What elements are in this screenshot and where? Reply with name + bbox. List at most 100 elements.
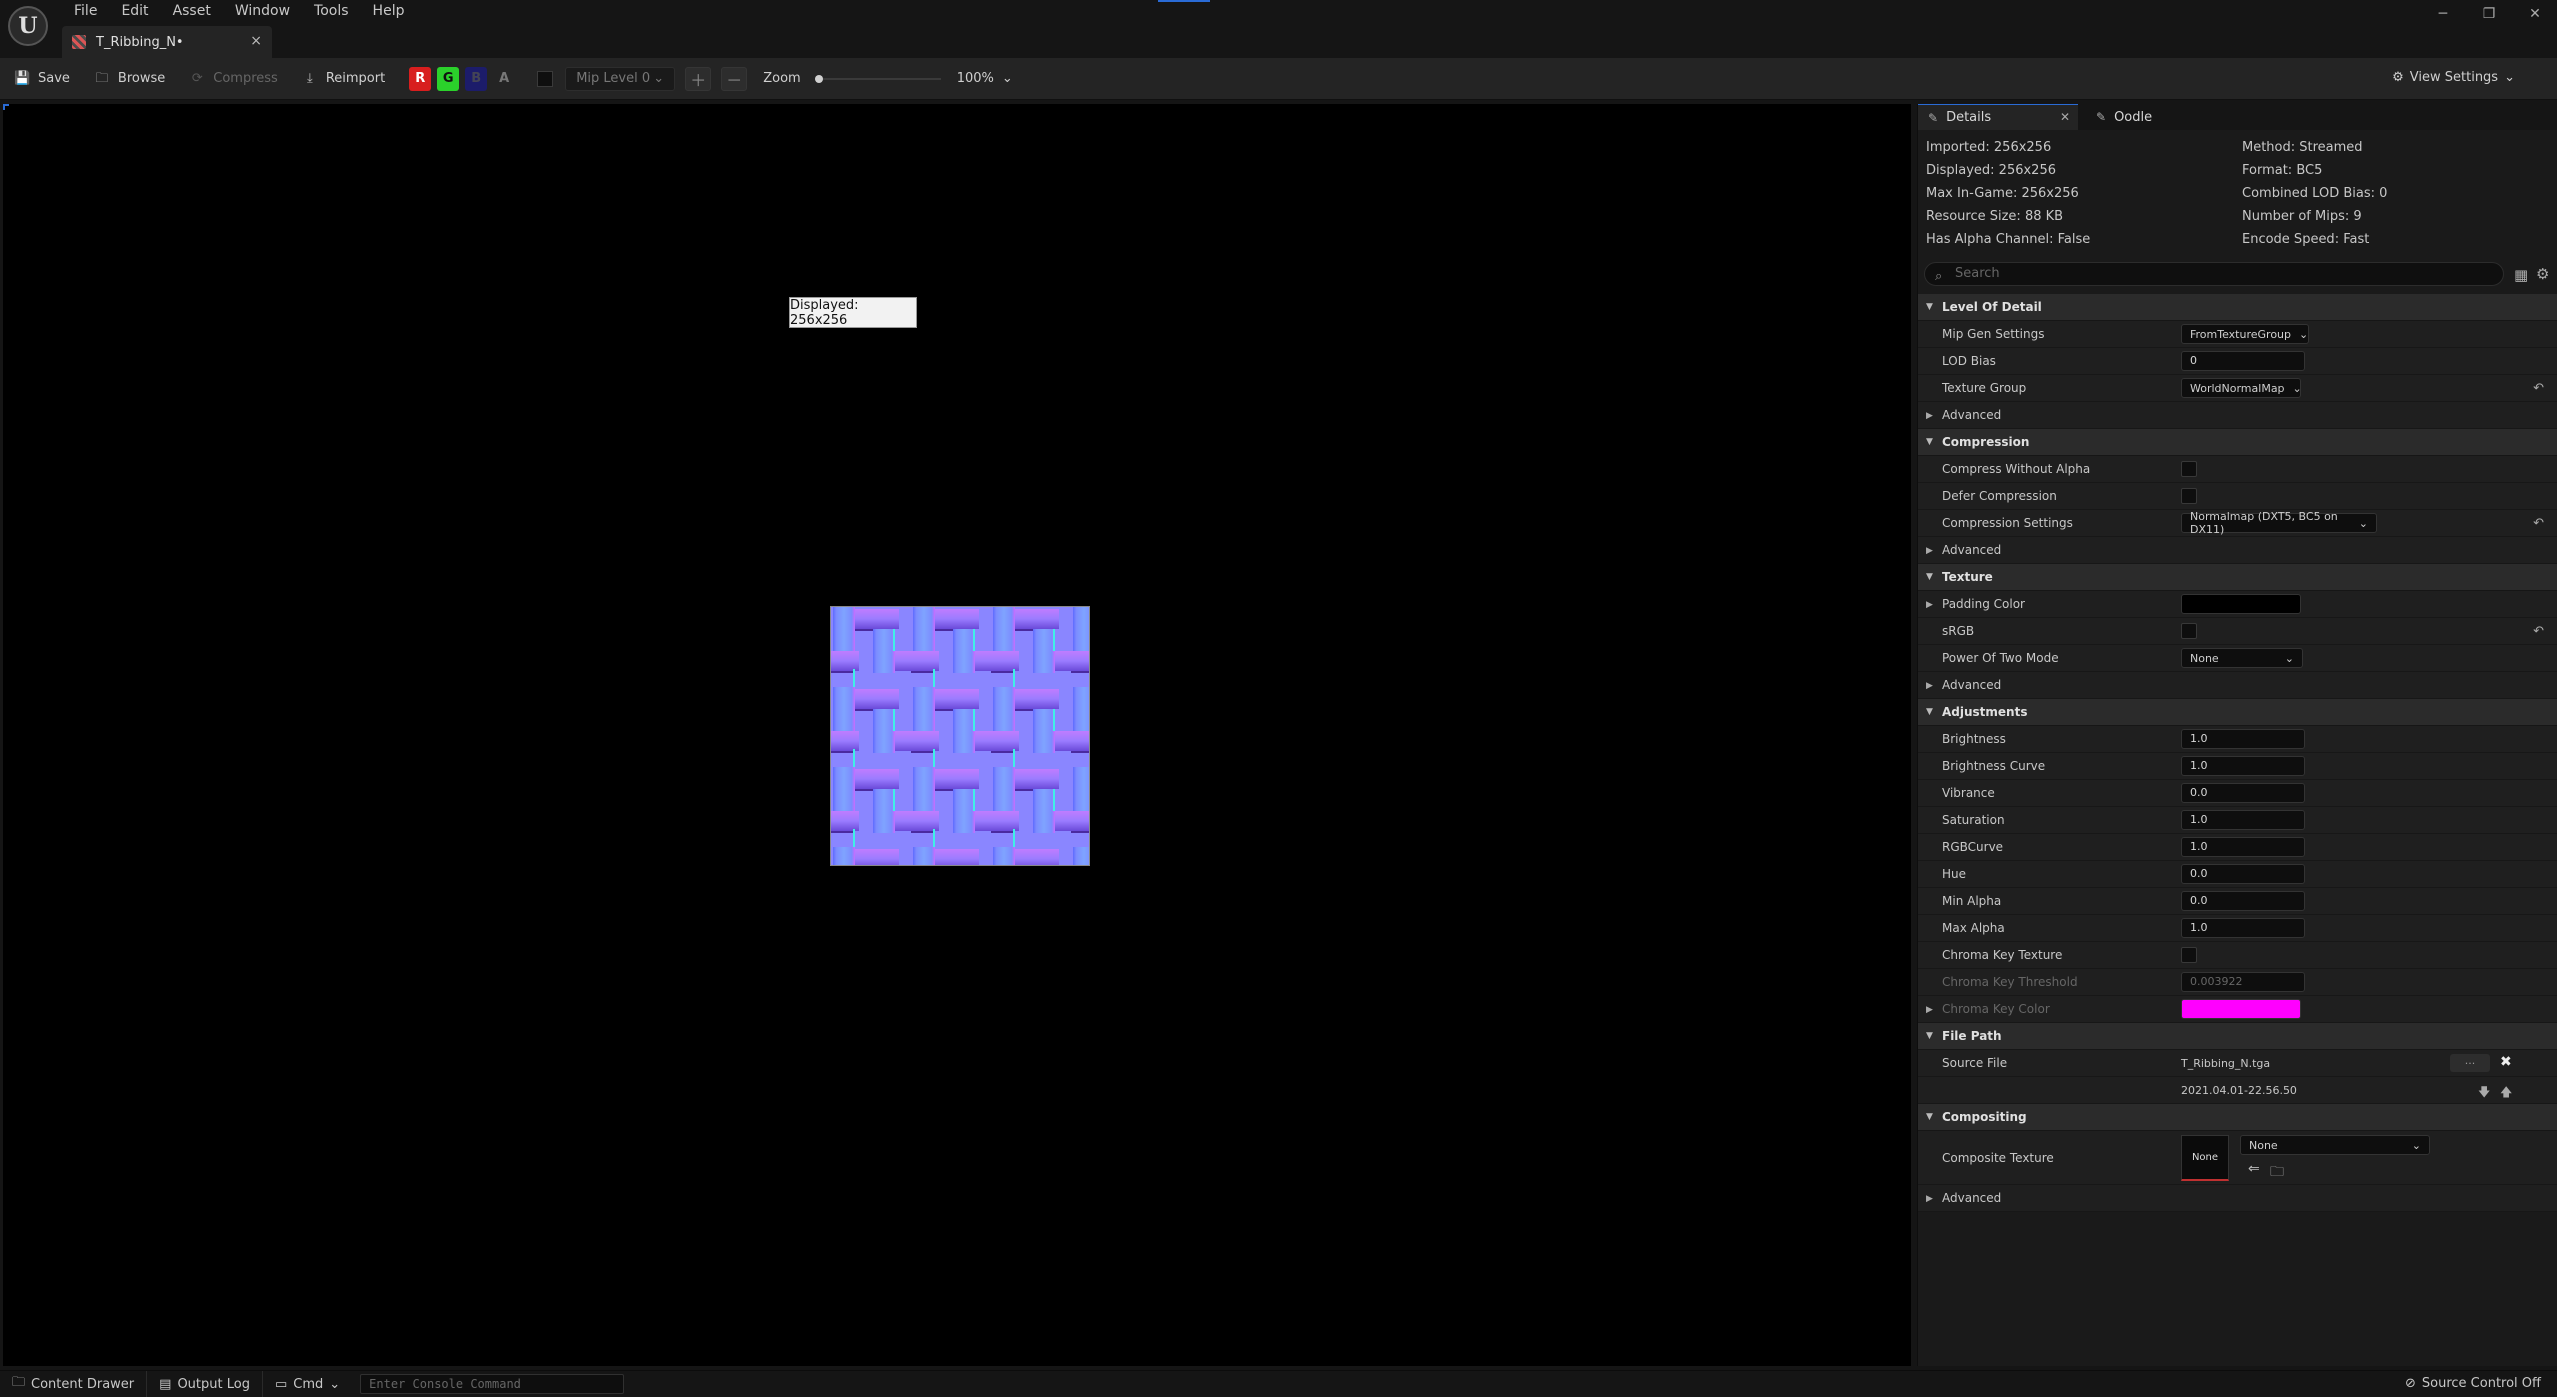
compress-button[interactable]: ⟳ Compress (189, 71, 278, 86)
mip-level-select[interactable]: Mip Level 0 ⌄ (565, 66, 676, 91)
srgb-checkbox[interactable] (2181, 623, 2197, 639)
source-control-button[interactable]: ⊘ Source Control Off (2405, 1376, 2541, 1391)
lod-bias-input[interactable]: 0 (2181, 351, 2305, 371)
zoom-select[interactable]: 100% ⌄ (957, 71, 1013, 86)
tab-details[interactable]: ✎ Details ✕ (1918, 104, 2078, 130)
menu-asset[interactable]: Asset (161, 0, 223, 22)
composite-texture-thumbnail[interactable]: None (2181, 1135, 2229, 1181)
power-of-two-combo[interactable]: None ⌄ (2181, 648, 2303, 668)
details-search-input[interactable]: ⌕ Search (1924, 262, 2504, 286)
menu-window[interactable]: Window (223, 0, 302, 22)
output-log-button[interactable]: ▤ Output Log (147, 1370, 263, 1397)
category-texture[interactable]: ▼ Texture (1918, 564, 2557, 591)
info-max-ingame: Max In-Game: 256x256 (1926, 186, 2079, 201)
menu-help[interactable]: Help (361, 0, 417, 22)
close-icon[interactable]: ✕ (2060, 110, 2070, 124)
mip-level-checkbox[interactable] (537, 70, 554, 87)
max-alpha-input[interactable]: 1.0 (2181, 918, 2305, 938)
channel-alpha-toggle[interactable]: A (493, 67, 515, 91)
tab-oodle[interactable]: ✎ Oodle (2086, 104, 2196, 130)
reset-to-default-icon[interactable]: ↶ (2533, 381, 2544, 396)
reset-to-default-icon[interactable]: ↶ (2533, 516, 2544, 531)
details-panel: ✎ Details ✕ ✎ Oodle Imported: 256x256 Di… (1917, 104, 2557, 1366)
gear-icon[interactable]: ⚙ (2536, 265, 2549, 283)
min-alpha-input[interactable]: 0.0 (2181, 891, 2305, 911)
content-drawer-button[interactable]: 🗀 Content Drawer (0, 1370, 148, 1397)
row-compositing-advanced[interactable]: ▶ Advanced (1918, 1185, 2557, 1212)
browse-source-button[interactable]: ... (2450, 1054, 2490, 1072)
status-bar: 🗀 Content Drawer ▤ Output Log ▭ Cmd ⌄ En… (0, 1370, 2557, 1397)
chroma-key-texture-checkbox[interactable] (2181, 947, 2197, 963)
category-compression[interactable]: ▼ Compression (1918, 429, 2557, 456)
reset-to-default-icon[interactable]: ↶ (2533, 624, 2544, 639)
browse-button[interactable]: 🗀 Browse (94, 71, 165, 86)
property-list: ▼ Level Of Detail Mip Gen Settings FromT… (1918, 294, 2557, 1212)
brightness-input[interactable]: 1.0 (2181, 729, 2305, 749)
browse-label: Browse (117, 71, 166, 86)
reimport-button[interactable]: ⤓ Reimport (302, 71, 385, 86)
view-settings-button[interactable]: ⚙ View Settings ⌄ (2392, 70, 2515, 85)
tab-oodle-label: Oodle (2114, 109, 2153, 125)
minimize-button[interactable]: ─ (2431, 6, 2455, 22)
row-lod-bias: LOD Bias 0 (1918, 348, 2557, 375)
tab-details-label: Details (1946, 110, 1992, 125)
defer-compression-checkbox[interactable] (2181, 488, 2197, 504)
category-level-of-detail[interactable]: ▼ Level Of Detail (1918, 294, 2557, 321)
category-adjustments[interactable]: ▼ Adjustments (1918, 699, 2557, 726)
texture-viewport[interactable]: Displayed: 256x256 (3, 104, 1911, 1366)
menu-edit[interactable]: Edit (109, 0, 160, 22)
menu-file[interactable]: File (62, 0, 109, 22)
restore-button[interactable]: ❐ (2477, 6, 2501, 22)
compress-without-alpha-checkbox[interactable] (2181, 461, 2197, 477)
mip-decrease-button[interactable]: － (721, 66, 748, 91)
cmd-select[interactable]: ▭ Cmd ⌄ (263, 1371, 352, 1397)
category-compositing[interactable]: ▼ Compositing (1918, 1104, 2557, 1131)
chroma-key-threshold-input[interactable]: 0.003922 (2181, 972, 2305, 992)
arrow-down-icon[interactable]: 🡇 (2478, 1083, 2490, 1104)
mip-gen-settings-combo[interactable]: FromTextureGroup ⌄ (2181, 324, 2309, 344)
channel-green-toggle[interactable]: G (437, 66, 460, 91)
zoom-slider-thumb[interactable] (814, 74, 823, 83)
tab-asset-editor[interactable]: T_Ribbing_N• × (62, 26, 272, 58)
row-compression-advanced[interactable]: ▶ Advanced (1918, 537, 2557, 564)
row-texture-advanced[interactable]: ▶ Advanced (1918, 672, 2557, 699)
terminal-icon: ▭ (274, 1376, 288, 1392)
zoom-slider[interactable] (814, 72, 941, 86)
texture-group-combo[interactable]: WorldNormalMap ⌄ (2181, 378, 2302, 398)
mip-increase-button[interactable]: ＋ (685, 66, 712, 91)
brightness-curve-input[interactable]: 1.0 (2181, 756, 2305, 776)
saturation-input[interactable]: 1.0 (2181, 810, 2305, 830)
chevron-down-icon: ⌄ (2284, 651, 2294, 665)
expand-arrow-icon[interactable]: ▶ (1926, 600, 1933, 610)
menu-tools[interactable]: Tools (302, 0, 361, 22)
row-lod-advanced[interactable]: ▶ Advanced (1918, 402, 2557, 429)
composite-texture-combo[interactable]: None ⌄ (2240, 1135, 2430, 1155)
property-label: Hue (1942, 867, 1967, 881)
rgb-curve-input[interactable]: 1.0 (2181, 837, 2305, 857)
property-label: Max Alpha (1942, 921, 2005, 935)
details-tab-strip: ✎ Details ✕ ✎ Oodle (1918, 104, 2557, 130)
arrow-up-icon[interactable]: 🡅 (2500, 1083, 2512, 1104)
expand-arrow-icon[interactable]: ▶ (1926, 1005, 1933, 1015)
console-command-input[interactable]: Enter Console Command (360, 1374, 625, 1394)
compression-settings-combo[interactable]: Normalmap (DXT5, BC5 on DX11) ⌄ (2181, 510, 2377, 536)
property-label: RGBCurve (1942, 840, 2004, 854)
details-search-row: ⌕ Search ▦ ⚙ (1924, 262, 2552, 288)
clear-source-icon[interactable]: ✖ (2500, 1054, 2512, 1070)
chroma-key-color-swatch[interactable] (2181, 999, 2301, 1019)
close-window-button[interactable]: ✕ (2523, 6, 2547, 22)
vibrance-input[interactable]: 0.0 (2181, 783, 2305, 803)
channel-red-toggle[interactable]: R (409, 66, 432, 91)
browse-asset-icon[interactable]: 🗀 (2270, 1161, 2284, 1185)
table-view-icon[interactable]: ▦ (2514, 266, 2528, 284)
category-file-path[interactable]: ▼ File Path (1918, 1023, 2557, 1050)
save-button[interactable]: 💾 Save (14, 71, 70, 86)
combo-value: Normalmap (DXT5, BC5 on DX11) (2190, 510, 2338, 536)
hue-input[interactable]: 0.0 (2181, 864, 2305, 884)
padding-color-swatch[interactable] (2181, 594, 2301, 614)
row-min-alpha: Min Alpha 0.0 (1918, 888, 2557, 915)
tab-close-icon[interactable]: × (250, 33, 262, 49)
use-selected-asset-icon[interactable]: ⇐ (2248, 1161, 2260, 1177)
expand-arrow-icon: ▼ (1926, 437, 1933, 447)
channel-blue-toggle[interactable]: B (465, 66, 488, 91)
